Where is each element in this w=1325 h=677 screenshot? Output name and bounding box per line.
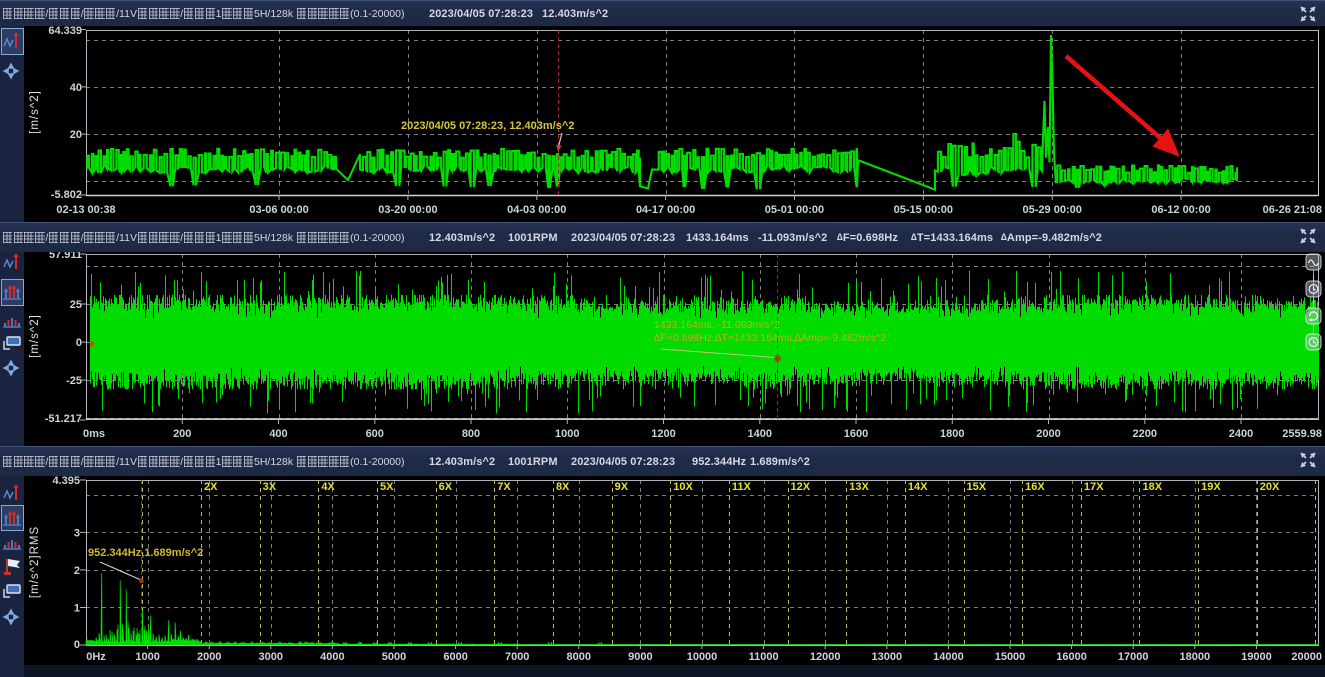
svg-text:2400: 2400: [1229, 428, 1253, 440]
svg-text:40: 40: [70, 82, 82, 94]
svg-text:9000: 9000: [628, 651, 652, 663]
svg-text:2: 2: [74, 565, 80, 577]
svg-text:6000: 6000: [443, 651, 467, 663]
svg-text:952.344Hz,1.689m/s^2: 952.344Hz,1.689m/s^2: [88, 547, 203, 559]
svg-text:19X: 19X: [1201, 481, 1221, 493]
svg-text:20X: 20X: [1260, 481, 1280, 493]
svg-text:14X: 14X: [908, 481, 928, 493]
svg-text:25: 25: [70, 299, 82, 311]
svg-text:11X: 11X: [732, 481, 752, 493]
svg-text:2000: 2000: [1036, 428, 1060, 440]
svg-text:2X: 2X: [204, 481, 218, 493]
svg-text:20: 20: [70, 129, 82, 141]
svg-text:1200: 1200: [651, 428, 675, 440]
svg-text:18000: 18000: [1180, 651, 1211, 663]
svg-text:0: 0: [76, 337, 82, 349]
svg-text:4X: 4X: [321, 481, 335, 493]
svg-text:∆F=0.698Hz,∆T=1433.164ms,∆Amp=: ∆F=0.698Hz,∆T=1433.164ms,∆Amp=-9.482m/s^…: [654, 332, 886, 344]
svg-text:1000: 1000: [555, 428, 579, 440]
svg-text:13X: 13X: [849, 481, 869, 493]
svg-text:8X: 8X: [556, 481, 570, 493]
svg-text:17000: 17000: [1118, 651, 1149, 663]
svg-text:9X: 9X: [615, 481, 629, 493]
svg-text:7X: 7X: [497, 481, 511, 493]
svg-text:15000: 15000: [995, 651, 1026, 663]
svg-text:200: 200: [173, 428, 191, 440]
svg-text:03-06 00:00: 03-06 00:00: [249, 204, 308, 216]
svg-text:400: 400: [269, 428, 287, 440]
svg-text:3X: 3X: [263, 481, 277, 493]
svg-text:800: 800: [462, 428, 480, 440]
svg-text:[m/s^2]: [m/s^2]: [29, 90, 41, 134]
svg-text:-25: -25: [66, 375, 82, 387]
svg-text:1800: 1800: [940, 428, 964, 440]
svg-text:04-17 00:00: 04-17 00:00: [636, 204, 695, 216]
svg-text:[m/s^2]: [m/s^2]: [29, 314, 41, 358]
svg-text:10X: 10X: [673, 481, 693, 493]
svg-text:2200: 2200: [1133, 428, 1157, 440]
svg-text:03-20 00:00: 03-20 00:00: [378, 204, 437, 216]
svg-text:-5.802: -5.802: [51, 189, 82, 201]
svg-text:0ms: 0ms: [83, 428, 105, 440]
svg-text:04-03 00:00: 04-03 00:00: [507, 204, 566, 216]
svg-text:4000: 4000: [320, 651, 344, 663]
svg-text:600: 600: [366, 428, 384, 440]
svg-text:18X: 18X: [1142, 481, 1162, 493]
svg-text:-51.217: -51.217: [45, 413, 82, 425]
svg-text:2000: 2000: [197, 651, 221, 663]
svg-text:1400: 1400: [748, 428, 772, 440]
svg-text:06-12 00:00: 06-12 00:00: [1151, 204, 1210, 216]
svg-text:6X: 6X: [439, 481, 453, 493]
svg-text:0: 0: [74, 639, 80, 651]
svg-text:7000: 7000: [505, 651, 529, 663]
svg-text:19000: 19000: [1241, 651, 1272, 663]
svg-text:8000: 8000: [567, 651, 591, 663]
svg-text:1433.164ms, -11.093m/s^2: 1433.164ms, -11.093m/s^2: [654, 319, 780, 331]
svg-text:05-29 00:00: 05-29 00:00: [1023, 204, 1082, 216]
svg-text:1600: 1600: [844, 428, 868, 440]
svg-text:20000: 20000: [1291, 651, 1322, 663]
svg-text:05-01 00:00: 05-01 00:00: [765, 204, 824, 216]
svg-text:15X: 15X: [967, 481, 987, 493]
svg-text:0Hz: 0Hz: [86, 651, 106, 663]
svg-text:2559.98: 2559.98: [1282, 428, 1322, 440]
svg-text:13000: 13000: [872, 651, 903, 663]
svg-text:12000: 12000: [810, 651, 841, 663]
svg-text:4.395: 4.395: [52, 475, 80, 487]
svg-text:10000: 10000: [687, 651, 718, 663]
svg-text:1: 1: [74, 602, 80, 614]
svg-text:64.339: 64.339: [48, 25, 82, 37]
svg-text:06-26 21:08: 06-26 21:08: [1263, 204, 1322, 216]
svg-text:16X: 16X: [1025, 481, 1045, 493]
svg-text:1000: 1000: [135, 651, 159, 663]
svg-text:[m/s^2]RMS: [m/s^2]RMS: [29, 526, 41, 598]
svg-text:2023/04/05 07:28:23, 12.403m/s: 2023/04/05 07:28:23, 12.403m/s^2: [401, 120, 574, 132]
svg-text:14000: 14000: [933, 651, 964, 663]
svg-text:12X: 12X: [791, 481, 811, 493]
svg-text:3: 3: [74, 527, 80, 539]
svg-text:05-15 00:00: 05-15 00:00: [894, 204, 953, 216]
svg-text:17X: 17X: [1084, 481, 1104, 493]
svg-text:02-13 00:38: 02-13 00:38: [56, 204, 115, 216]
svg-text:16000: 16000: [1056, 651, 1087, 663]
svg-text:5X: 5X: [380, 481, 394, 493]
svg-text:5000: 5000: [382, 651, 406, 663]
svg-text:11000: 11000: [749, 651, 779, 663]
svg-text:3000: 3000: [259, 651, 283, 663]
